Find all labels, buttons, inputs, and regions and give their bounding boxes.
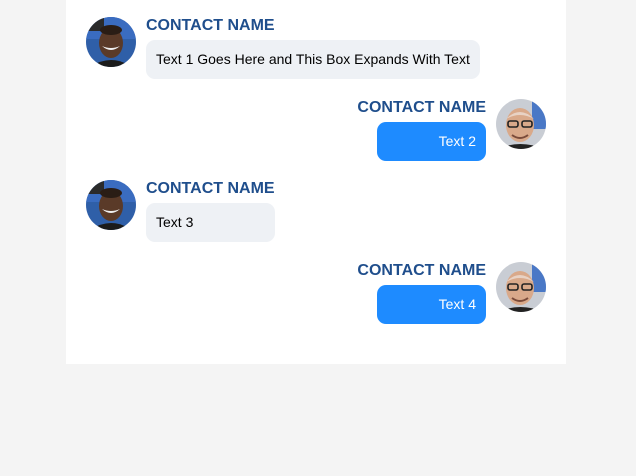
contact-name: CONTACT NAME [357,99,486,116]
message-bubble: Text 1 Goes Here and This Box Expands Wi… [146,40,480,79]
chat-panel: CONTACT NAME Text 1 Goes Here and This B… [66,0,566,364]
contact-a-avatar[interactable] [86,180,136,230]
contact-b-avatar[interactable] [496,262,546,312]
contact-b-avatar[interactable] [496,99,546,149]
contact-name: CONTACT NAME [357,262,486,279]
message-body: CONTACT NAME Text 4 [357,262,486,324]
contact-a-avatar[interactable] [86,17,136,67]
message-incoming: CONTACT NAME Text 1 Goes Here and This B… [86,17,480,79]
message-bubble: Text 2 [377,122,486,161]
contact-name: CONTACT NAME [146,180,275,197]
message-bubble: Text 3 [146,203,275,242]
message-outgoing: CONTACT NAME Text 4 [357,262,546,324]
message-body: CONTACT NAME Text 3 [146,180,275,242]
message-incoming: CONTACT NAME Text 3 [86,180,275,242]
message-body: CONTACT NAME Text 2 [357,99,486,161]
message-outgoing: CONTACT NAME Text 2 [357,99,546,161]
message-body: CONTACT NAME Text 1 Goes Here and This B… [146,17,480,79]
contact-name: CONTACT NAME [146,17,275,34]
message-bubble: Text 4 [377,285,486,324]
